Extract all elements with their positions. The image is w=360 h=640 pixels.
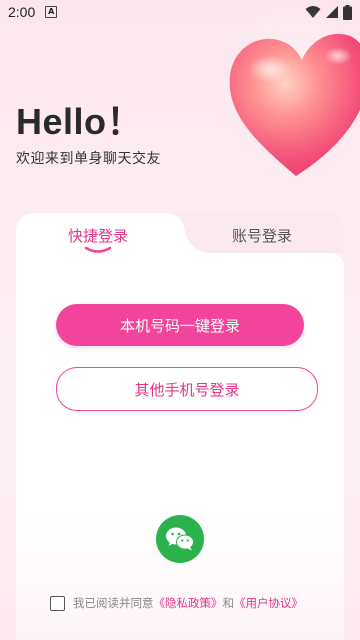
heart-decoration: [218, 4, 360, 184]
tab-account-login[interactable]: 账号登录: [192, 225, 332, 246]
login-card: 快捷登录 账号登录 本机号码一键登录 其他手机号登录 我已阅读并同意 《隐私政策…: [16, 213, 344, 640]
heart-icon: [229, 33, 360, 176]
hello-title: Hello！: [16, 101, 144, 142]
welcome-subtitle: 欢迎来到单身聊天交友: [16, 151, 161, 167]
tab-active-indicator: [84, 246, 112, 253]
other-phone-login-button[interactable]: 其他手机号登录: [56, 367, 318, 411]
tab-quick-login[interactable]: 快捷登录: [28, 225, 168, 246]
card-background: [16, 213, 344, 640]
privacy-policy-link[interactable]: 《隐私政策》: [154, 595, 223, 611]
wechat-icon: [166, 527, 194, 551]
wechat-login-button[interactable]: [156, 515, 204, 563]
agreement-row: 我已阅读并同意 《隐私政策》 和 《用户协议》: [50, 595, 303, 611]
status-time: 2:00: [8, 4, 36, 20]
one-click-login-button[interactable]: 本机号码一键登录: [56, 304, 304, 346]
notification-icon: A: [45, 6, 58, 18]
agreement-and: 和: [222, 596, 235, 610]
agreement-text: 我已阅读并同意: [73, 596, 154, 610]
agreement-checkbox[interactable]: [50, 595, 65, 611]
user-agreement-link[interactable]: 《用户协议》: [234, 595, 303, 611]
